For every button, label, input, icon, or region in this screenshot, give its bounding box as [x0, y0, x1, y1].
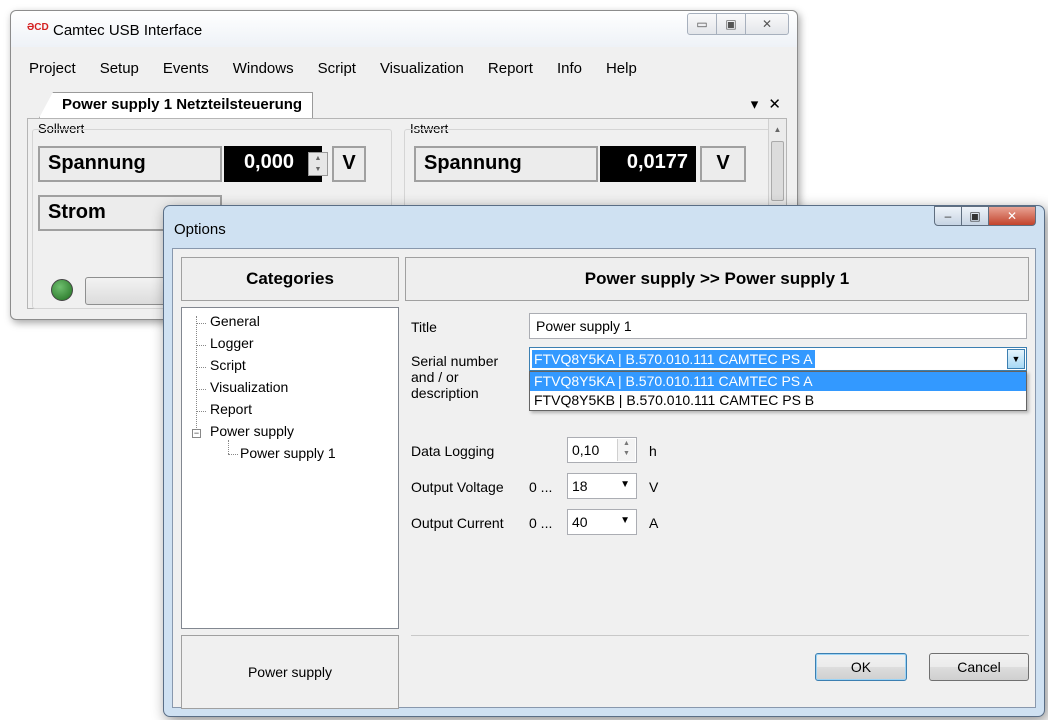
menu-bar: Project Setup Events Windows Script Visu…: [17, 57, 791, 83]
istwert-spannung-label: Spannung: [414, 146, 598, 182]
dialog-window-controls: – ▣ ✕: [934, 206, 1036, 226]
tree-branch: [196, 345, 206, 346]
sollwert-spannung-unit: V: [332, 146, 366, 182]
minimize-icon[interactable]: ▭: [687, 13, 717, 35]
data-logging-input[interactable]: 0,10 ▲ ▼: [567, 437, 637, 463]
maximize-icon[interactable]: ▣: [961, 206, 989, 226]
chevron-down-icon[interactable]: ▾: [751, 96, 759, 113]
tree-item-logger[interactable]: Logger: [210, 335, 254, 351]
menu-events[interactable]: Events: [151, 57, 221, 83]
tree-branch: [196, 411, 206, 412]
spin-updown-icon[interactable]: ▲ ▼: [308, 152, 328, 176]
app-logo-icon: ƏCD: [27, 22, 49, 33]
scrollbar-thumb[interactable]: [771, 141, 784, 201]
tree-branch: [196, 367, 206, 368]
tree-guide-line: [228, 440, 229, 454]
dropdown-arrow-icon[interactable]: ▼: [1007, 349, 1025, 369]
sollwert-spannung-label: Spannung: [38, 146, 222, 182]
title-label: Title: [411, 319, 437, 335]
spin-updown-icon[interactable]: ▲ ▼: [617, 439, 635, 461]
minimize-icon[interactable]: –: [934, 206, 962, 226]
chevron-down-icon: ▼: [620, 479, 630, 490]
footer-divider: [411, 635, 1029, 636]
tree-collapse-icon[interactable]: −: [192, 429, 201, 438]
categories-tree: General Logger Script Visualization Repo…: [181, 307, 399, 629]
options-dialog-title: Options: [174, 221, 226, 238]
tree-guide-line: [196, 316, 197, 434]
chevron-down-icon: ▼: [620, 515, 630, 526]
menu-script[interactable]: Script: [306, 57, 368, 83]
menu-help[interactable]: Help: [594, 57, 649, 83]
tree-branch: [228, 454, 238, 455]
output-current-unit: A: [649, 515, 659, 531]
status-led-icon: [51, 279, 73, 301]
panel-header-title: Power supply >> Power supply 1: [405, 257, 1029, 301]
output-voltage-label: Output Voltage: [411, 479, 504, 495]
main-window-controls: ▭ ▣ ✕: [687, 13, 789, 35]
menu-info[interactable]: Info: [545, 57, 594, 83]
main-title-bar[interactable]: ƏCD Camtec USB Interface ▭ ▣ ✕: [11, 11, 797, 47]
menu-visualization[interactable]: Visualization: [368, 57, 476, 83]
tree-item-visualization[interactable]: Visualization: [210, 379, 288, 395]
menu-project[interactable]: Project: [17, 57, 88, 83]
tab-controls: ▾ ✕: [745, 95, 781, 113]
output-current-prefix: 0 ...: [529, 515, 553, 531]
menu-setup[interactable]: Setup: [88, 57, 151, 83]
output-voltage-select[interactable]: 18 ▼: [567, 473, 637, 499]
tab-close-icon[interactable]: ✕: [768, 96, 781, 113]
output-current-select[interactable]: 40 ▼: [567, 509, 637, 535]
serial-option[interactable]: FTVQ8Y5KA | B.570.010.111 CAMTEC PS A: [530, 372, 1026, 391]
serial-option[interactable]: FTVQ8Y5KB | B.570.010.111 CAMTEC PS B: [530, 391, 1026, 410]
main-window-title: Camtec USB Interface: [53, 22, 203, 39]
data-logging-unit: h: [649, 443, 657, 459]
maximize-icon[interactable]: ▣: [716, 13, 746, 35]
cancel-button[interactable]: Cancel: [929, 653, 1029, 681]
tree-item-general[interactable]: General: [210, 313, 260, 329]
tree-branch: [196, 389, 206, 390]
output-voltage-prefix: 0 ...: [529, 479, 553, 495]
tree-item-report[interactable]: Report: [210, 401, 252, 417]
menu-windows[interactable]: Windows: [221, 57, 306, 83]
ok-button[interactable]: OK: [815, 653, 907, 681]
output-voltage-unit: V: [649, 479, 659, 495]
istwert-spannung-unit: V: [700, 146, 746, 182]
close-icon[interactable]: ✕: [745, 13, 789, 35]
options-body: Categories General Logger Script Visuali…: [172, 248, 1036, 709]
serial-dropdown-list: FTVQ8Y5KA | B.570.010.111 CAMTEC PS A FT…: [529, 371, 1027, 411]
serial-combo[interactable]: FTVQ8Y5KA | B.570.010.111 CAMTEC PS A ▼: [529, 347, 1027, 371]
tree-item-script[interactable]: Script: [210, 357, 246, 373]
tree-item-power-supply[interactable]: Power supply: [210, 423, 294, 439]
menu-report[interactable]: Report: [476, 57, 545, 83]
tab-power-supply-1[interactable]: Power supply 1 Netzteilsteuerung: [39, 92, 314, 118]
output-current-label: Output Current: [411, 515, 504, 531]
category-footer-label: Power supply: [181, 635, 399, 709]
title-input[interactable]: Power supply 1: [529, 313, 1027, 339]
serial-selected-value: FTVQ8Y5KA | B.570.010.111 CAMTEC PS A: [532, 350, 815, 368]
data-logging-label: Data Logging: [411, 443, 495, 459]
istwert-spannung-value: 0,0177: [600, 146, 696, 182]
tree-branch: [196, 323, 206, 324]
categories-header: Categories: [181, 257, 399, 301]
serial-label: Serial number and / or description: [411, 353, 499, 401]
close-icon[interactable]: ✕: [988, 206, 1036, 226]
scroll-up-icon[interactable]: ▲: [769, 125, 786, 134]
options-dialog: Options – ▣ ✕ Categories General Logger …: [163, 205, 1045, 717]
tree-item-power-supply-1[interactable]: Power supply 1: [240, 445, 336, 461]
